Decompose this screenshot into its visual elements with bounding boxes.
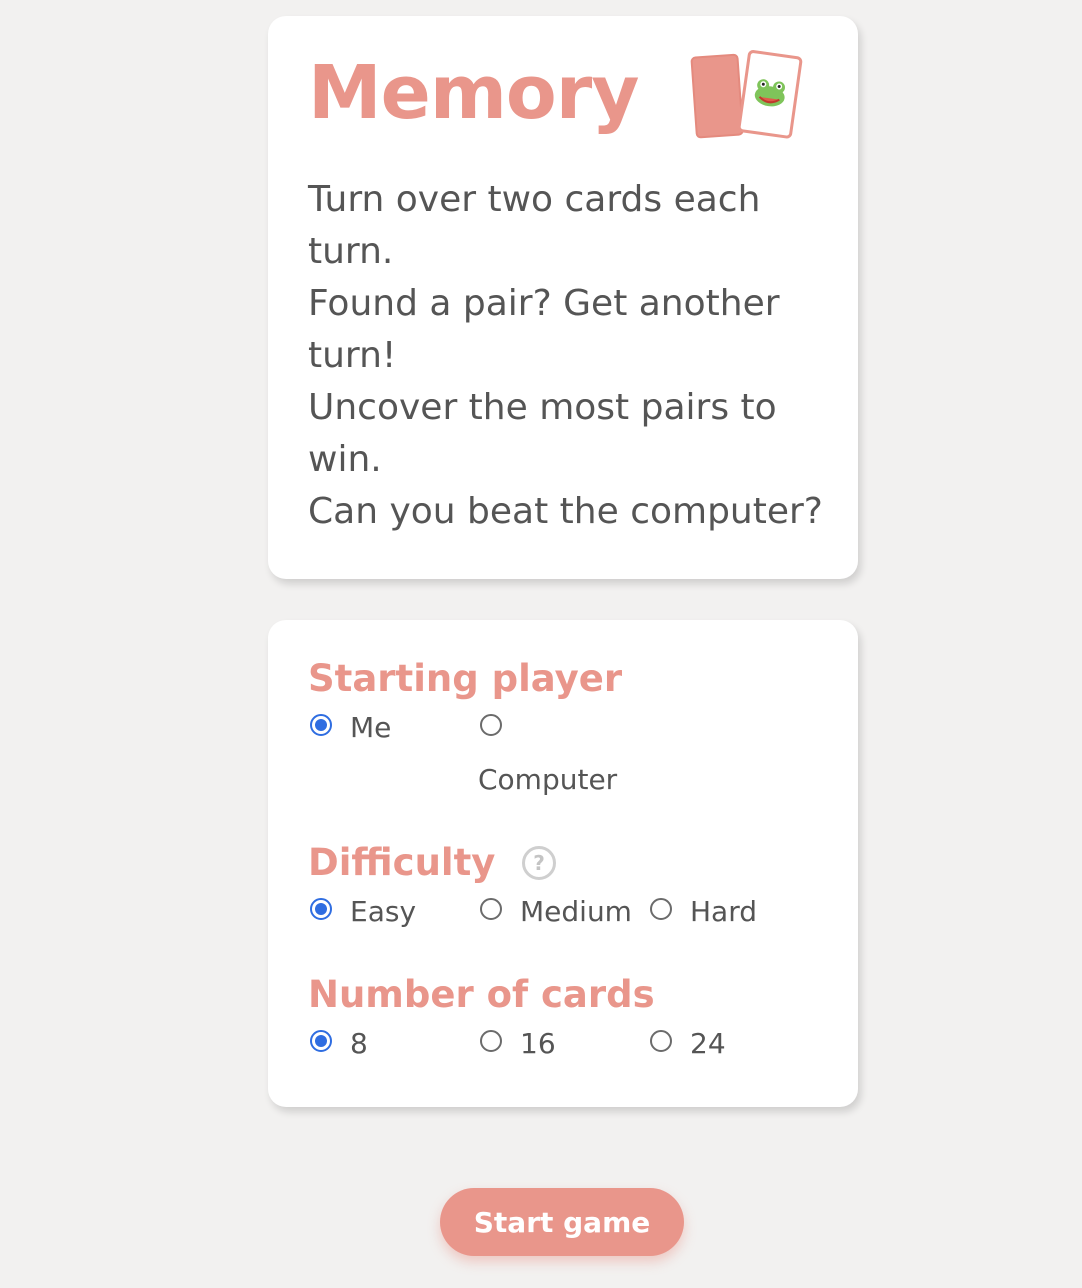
radio-cards-8[interactable] xyxy=(310,1030,332,1052)
instructions: Turn over two cards each turn. Found a p… xyxy=(308,174,828,538)
instruction-line: Can you beat the computer? xyxy=(308,491,823,532)
radio-difficulty-medium[interactable] xyxy=(480,898,502,920)
intro-card: Memory Turn over two cards each turn. Fo… xyxy=(268,16,858,579)
difficulty-title: Difficulty xyxy=(308,841,496,884)
option-label-24[interactable]: 24 xyxy=(690,1030,726,1058)
instruction-line: Uncover the most pairs to win. xyxy=(308,387,777,480)
instruction-line: Turn over two cards each turn. xyxy=(308,179,761,272)
option-label-hard[interactable]: Hard xyxy=(690,898,757,926)
page-title: Memory xyxy=(308,50,640,136)
settings-card: Starting player Me Computer Difficulty ?… xyxy=(268,620,858,1107)
option-label-easy[interactable]: Easy xyxy=(350,898,416,926)
radio-starting-computer[interactable] xyxy=(480,714,502,736)
radio-cards-24[interactable] xyxy=(650,1030,672,1052)
start-game-button[interactable]: Start game xyxy=(440,1188,684,1256)
help-icon[interactable]: ? xyxy=(522,846,556,880)
cards-with-frog-icon xyxy=(690,50,803,139)
option-label-me[interactable]: Me xyxy=(350,714,391,742)
option-label-medium[interactable]: Medium xyxy=(520,898,632,926)
radio-starting-me[interactable] xyxy=(310,714,332,736)
option-label-8[interactable]: 8 xyxy=(350,1030,368,1058)
instruction-line: Found a pair? Get another turn! xyxy=(308,283,780,376)
option-label-computer[interactable]: Computer xyxy=(478,766,617,794)
radio-difficulty-easy[interactable] xyxy=(310,898,332,920)
starting-player-title: Starting player xyxy=(308,657,623,700)
radio-difficulty-hard[interactable] xyxy=(650,898,672,920)
number-of-cards-title: Number of cards xyxy=(308,973,655,1016)
option-label-16[interactable]: 16 xyxy=(520,1030,556,1058)
radio-cards-16[interactable] xyxy=(480,1030,502,1052)
